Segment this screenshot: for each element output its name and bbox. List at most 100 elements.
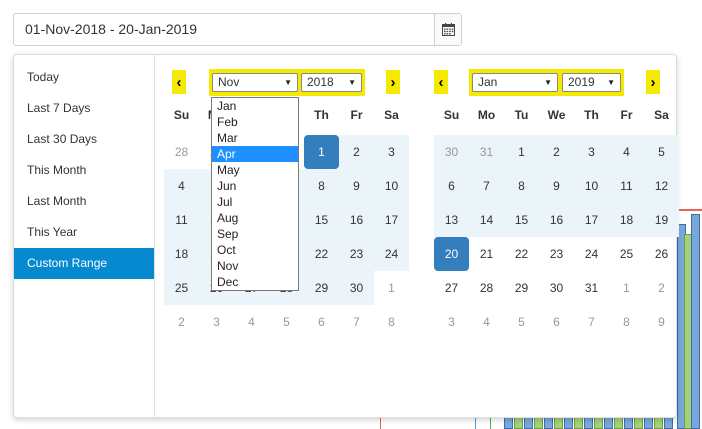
day-cell[interactable]: 2	[644, 271, 679, 305]
day-cell[interactable]: 21	[469, 237, 504, 271]
day-cell[interactable]: 8	[504, 169, 539, 203]
day-cell[interactable]: 23	[339, 237, 374, 271]
day-cell[interactable]: 18	[164, 237, 199, 271]
day-cell[interactable]: 17	[574, 203, 609, 237]
day-cell[interactable]: 28	[164, 135, 199, 169]
day-cell[interactable]: 10	[374, 169, 409, 203]
day-cell[interactable]: 27	[434, 271, 469, 305]
day-cell[interactable]: 29	[304, 271, 339, 305]
range-last-30-days[interactable]: Last 30 Days	[14, 124, 154, 155]
month-option[interactable]: Feb	[212, 114, 298, 130]
month-option[interactable]: Jul	[212, 194, 298, 210]
day-cell[interactable]: 16	[339, 203, 374, 237]
day-cell[interactable]: 25	[164, 271, 199, 305]
month-option[interactable]: Oct	[212, 242, 298, 258]
range-last-month[interactable]: Last Month	[14, 186, 154, 217]
day-cell[interactable]: 5	[269, 305, 304, 339]
month-option[interactable]: Nov	[212, 258, 298, 274]
left-year-select[interactable]: 2018 ▼	[301, 73, 362, 92]
range-custom-range[interactable]: Custom Range	[14, 248, 154, 279]
day-cell[interactable]: 11	[164, 203, 199, 237]
selected-day-cell[interactable]: 20	[434, 237, 469, 271]
day-cell[interactable]: 28	[469, 271, 504, 305]
day-cell[interactable]: 31	[574, 271, 609, 305]
day-cell[interactable]: 4	[609, 135, 644, 169]
day-cell[interactable]: 7	[469, 169, 504, 203]
date-range-value[interactable]: 01-Nov-2018 - 20-Jan-2019	[14, 14, 434, 45]
day-cell[interactable]: 13	[434, 203, 469, 237]
day-cell[interactable]: 15	[504, 203, 539, 237]
day-cell[interactable]: 25	[609, 237, 644, 271]
day-cell[interactable]: 11	[609, 169, 644, 203]
day-cell[interactable]: 16	[539, 203, 574, 237]
day-cell[interactable]: 8	[374, 305, 409, 339]
day-cell[interactable]: 1	[609, 271, 644, 305]
day-cell[interactable]: 19	[644, 203, 679, 237]
right-month-select[interactable]: Jan ▼	[472, 73, 558, 92]
day-cell[interactable]: 12	[644, 169, 679, 203]
range-this-month[interactable]: This Month	[14, 155, 154, 186]
prev-month-button[interactable]: ‹	[172, 70, 186, 94]
day-cell[interactable]: 6	[434, 169, 469, 203]
day-cell[interactable]: 2	[164, 305, 199, 339]
month-option[interactable]: Dec	[212, 274, 298, 290]
month-option[interactable]: Sep	[212, 226, 298, 242]
day-cell[interactable]: 18	[609, 203, 644, 237]
day-cell[interactable]: 23	[539, 237, 574, 271]
day-cell[interactable]: 9	[644, 305, 679, 339]
selected-day-cell[interactable]: 1	[304, 135, 339, 169]
month-option[interactable]: Jun	[212, 178, 298, 194]
month-option[interactable]: Apr	[212, 146, 298, 162]
day-cell[interactable]: 1	[374, 271, 409, 305]
month-option[interactable]: Mar	[212, 130, 298, 146]
next-month-button-left[interactable]: ›	[386, 70, 400, 94]
month-option[interactable]: Jan	[212, 98, 298, 114]
day-cell[interactable]: 30	[339, 271, 374, 305]
day-cell[interactable]: 31	[469, 135, 504, 169]
day-cell[interactable]: 3	[374, 135, 409, 169]
calendar-icon[interactable]	[434, 14, 461, 45]
day-cell[interactable]: 6	[304, 305, 339, 339]
day-cell[interactable]: 24	[574, 237, 609, 271]
day-cell[interactable]: 22	[304, 237, 339, 271]
day-cell[interactable]: 9	[339, 169, 374, 203]
day-cell[interactable]: 7	[339, 305, 374, 339]
day-cell[interactable]: 22	[504, 237, 539, 271]
next-month-button[interactable]: ›	[646, 70, 660, 94]
day-cell[interactable]: 3	[199, 305, 234, 339]
day-cell[interactable]: 14	[469, 203, 504, 237]
range-this-year[interactable]: This Year	[14, 217, 154, 248]
day-cell[interactable]: 30	[434, 135, 469, 169]
left-month-select[interactable]: Nov ▼	[212, 73, 298, 92]
day-cell[interactable]: 9	[539, 169, 574, 203]
day-cell[interactable]: 24	[374, 237, 409, 271]
date-range-input[interactable]: 01-Nov-2018 - 20-Jan-2019	[13, 13, 462, 46]
right-year-select[interactable]: 2019 ▼	[562, 73, 621, 92]
day-cell[interactable]: 5	[504, 305, 539, 339]
range-today[interactable]: Today	[14, 62, 154, 93]
weekday-label: Tu	[514, 108, 529, 122]
month-option[interactable]: May	[212, 162, 298, 178]
day-cell[interactable]: 26	[644, 237, 679, 271]
day-cell[interactable]: 8	[609, 305, 644, 339]
day-cell[interactable]: 1	[504, 135, 539, 169]
day-cell[interactable]: 6	[539, 305, 574, 339]
day-cell[interactable]: 3	[434, 305, 469, 339]
day-cell[interactable]: 3	[574, 135, 609, 169]
range-last-7-days[interactable]: Last 7 Days	[14, 93, 154, 124]
day-cell[interactable]: 17	[374, 203, 409, 237]
day-cell[interactable]: 29	[504, 271, 539, 305]
prev-month-button-right[interactable]: ‹	[434, 70, 448, 94]
day-cell[interactable]: 5	[644, 135, 679, 169]
day-cell[interactable]: 15	[304, 203, 339, 237]
day-cell[interactable]: 4	[164, 169, 199, 203]
day-cell[interactable]: 4	[234, 305, 269, 339]
day-cell[interactable]: 2	[539, 135, 574, 169]
day-cell[interactable]: 4	[469, 305, 504, 339]
day-cell[interactable]: 2	[339, 135, 374, 169]
day-cell[interactable]: 7	[574, 305, 609, 339]
month-option[interactable]: Aug	[212, 210, 298, 226]
day-cell[interactable]: 10	[574, 169, 609, 203]
day-cell[interactable]: 8	[304, 169, 339, 203]
day-cell[interactable]: 30	[539, 271, 574, 305]
